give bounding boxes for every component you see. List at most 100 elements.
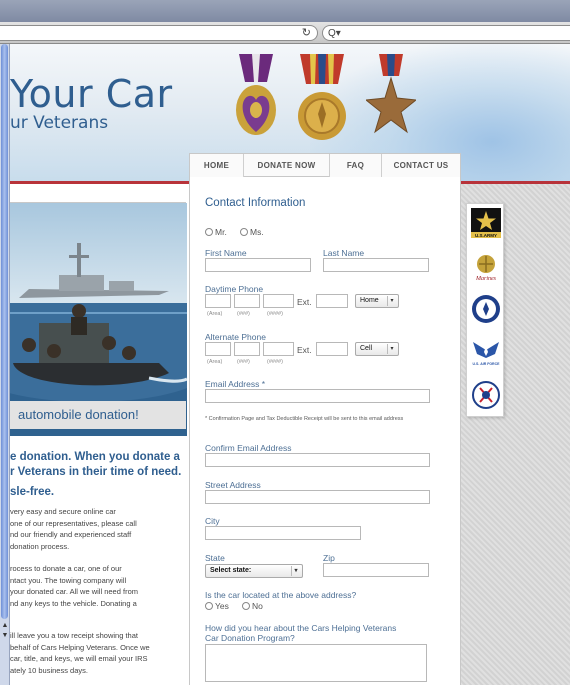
alternate-ext-field[interactable] <box>316 342 348 356</box>
alternate-line-field[interactable] <box>263 342 294 356</box>
radio-no-label: No <box>252 601 263 611</box>
vertical-scrollbar[interactable]: ▲ ▼ <box>0 44 10 685</box>
marines-emblem-icon: Marines <box>475 255 497 282</box>
paragraph-line: one of our representatives, please call <box>10 518 137 528</box>
paragraph-2: rocess to donate a car, one of our ntact… <box>10 563 138 609</box>
chevron-down-icon: ▾ <box>387 344 396 354</box>
scroll-up-icon[interactable]: ▲ <box>0 622 10 629</box>
email-note: * Confirmation Page and Tax Deductible R… <box>205 416 404 422</box>
street-address-field[interactable] <box>205 490 430 504</box>
reload-icon[interactable]: ↻ <box>302 26 311 41</box>
window-title-strip <box>0 0 570 22</box>
referral-question-line1: How did you hear about the Cars Helping … <box>205 623 397 633</box>
paragraph-line: ill leave you a tow receipt showing that <box>10 631 138 640</box>
chevron-down-icon: ▾ <box>387 296 396 306</box>
air-force-badge-text: U.S. AIR FORCE <box>473 362 501 366</box>
state-label: State <box>205 553 225 563</box>
referral-textarea[interactable] <box>205 644 427 682</box>
daytime-prefix-field[interactable] <box>234 294 260 308</box>
scroll-down-icon[interactable]: ▼ <box>0 632 10 639</box>
daytime-ext-field[interactable] <box>316 294 348 308</box>
email-label: Email Address * <box>205 379 265 389</box>
zip-label: Zip <box>323 553 335 563</box>
tab-contact-us[interactable]: CONTACT US <box>382 154 460 178</box>
browser-search-field[interactable]: Q▾ <box>322 25 570 41</box>
tab-donate-now[interactable]: DONATE NOW <box>244 154 330 178</box>
gold-medal-icon <box>298 54 346 140</box>
promo-heading-line2: r Veterans in their time of need. <box>10 466 182 478</box>
daytime-line-field[interactable] <box>263 294 294 308</box>
prefix-hint: (###) <box>237 311 250 317</box>
paragraph-line: nd our friendly and experienced staff <box>10 530 132 539</box>
paragraph-1: very easy and secure online car one of o… <box>10 506 137 552</box>
first-name-field[interactable] <box>205 258 311 272</box>
paragraph-line: car, title, and keys, we will email your… <box>10 654 148 663</box>
paragraph-line: behalf of Cars Helping Veterans. Once we <box>10 642 150 652</box>
daytime-area-field[interactable] <box>205 294 231 308</box>
address-bar[interactable]: ↻ <box>0 25 318 41</box>
state-select[interactable]: Select state: ▾ <box>205 564 303 578</box>
alternate-ext-label: Ext. <box>297 345 312 355</box>
paragraph-3: ill leave you a tow receipt showing that… <box>10 630 150 676</box>
daytime-phone-type-select[interactable]: Home ▾ <box>355 294 399 308</box>
last-name-field[interactable] <box>323 258 429 272</box>
line-hint: (####) <box>267 311 283 317</box>
radio-mr-label: Mr. <box>215 227 227 237</box>
search-icon[interactable]: Q▾ <box>328 26 341 41</box>
radio-mr[interactable] <box>205 228 213 236</box>
select-value: Select state: <box>210 567 252 574</box>
referral-question-line2: Car Donation Program? <box>205 633 295 643</box>
paragraph-line: nd any keys to the vehicle. Donating a <box>10 598 137 608</box>
confirm-email-field[interactable] <box>205 453 430 467</box>
car-location-question: Is the car located at the above address? <box>205 590 357 600</box>
alternate-phone-label: Alternate Phone <box>205 332 266 342</box>
promo-heading-line3: sle-free. <box>10 486 55 498</box>
area-hint: (Area) <box>207 359 223 365</box>
tab-faq[interactable]: FAQ <box>330 154 382 178</box>
bronze-star-medal-icon <box>366 54 416 134</box>
select-value: Cell <box>360 345 373 352</box>
paragraph-line: your donated car. All we will need from <box>10 587 138 596</box>
daytime-phone-label: Daytime Phone <box>205 284 264 294</box>
alternate-area-field[interactable] <box>205 342 231 356</box>
section-title: Contact Information <box>205 197 306 209</box>
area-hint: (Area) <box>207 311 223 317</box>
city-field[interactable] <box>205 526 361 540</box>
air-force-emblem-icon: U.S. AIR FORCE <box>473 342 501 366</box>
line-hint: (####) <box>267 359 283 365</box>
left-content-column: automobile donation! e donation. When yo… <box>0 184 190 685</box>
radio-no[interactable] <box>242 602 250 610</box>
scrollbar-thumb[interactable] <box>1 44 8 619</box>
donation-form: Contact Information Mr. Ms. First Name L… <box>189 177 461 685</box>
marines-badge-text: Marines <box>475 276 497 282</box>
radio-yes[interactable] <box>205 602 213 610</box>
paragraph-line: donation process. <box>10 541 70 551</box>
navy-emblem-icon <box>472 295 500 323</box>
purple-heart-medal-icon <box>236 54 276 135</box>
chevron-down-icon: ▾ <box>291 566 300 576</box>
prefix-hint: (###) <box>237 359 250 365</box>
daytime-ext-label: Ext. <box>297 297 312 307</box>
army-emblem-icon: U.S.ARMY <box>471 208 501 238</box>
alternate-prefix-field[interactable] <box>234 342 260 356</box>
radio-ms[interactable] <box>240 228 248 236</box>
paragraph-line: ately 10 business days. <box>10 665 88 675</box>
paragraph-line: very easy and secure online car <box>10 507 116 516</box>
tab-home[interactable]: HOME <box>190 154 244 178</box>
promo-heading-line1: e donation. When you donate a <box>10 451 180 463</box>
city-label: City <box>205 516 220 526</box>
main-nav: HOME DONATE NOW FAQ CONTACT US <box>189 153 461 178</box>
zip-field[interactable] <box>323 563 429 577</box>
confirm-email-label: Confirm Email Address <box>205 443 292 453</box>
browser-toolbar: ↻ Q▾ <box>0 22 570 44</box>
select-value: Home <box>360 297 379 304</box>
alternate-phone-type-select[interactable]: Cell ▾ <box>355 342 399 356</box>
email-field[interactable] <box>205 389 430 403</box>
paragraph-line: ntact you. The towing company will <box>10 575 127 585</box>
army-badge-text: U.S.ARMY <box>475 233 497 238</box>
photo-caption: automobile donation! <box>8 401 186 429</box>
radio-ms-label: Ms. <box>250 227 264 237</box>
radio-yes-label: Yes <box>215 601 229 611</box>
military-branch-badges: U.S.ARMY Marines U.S. AIR FORCE <box>466 203 504 417</box>
coast-guard-emblem-icon <box>472 381 500 409</box>
